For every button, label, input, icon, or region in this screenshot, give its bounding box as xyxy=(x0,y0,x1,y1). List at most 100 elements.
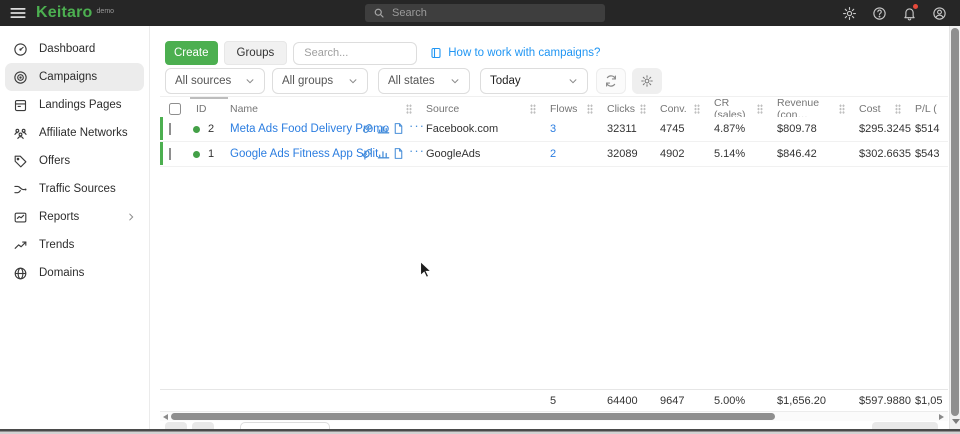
column-drag-handle-icon[interactable] xyxy=(640,104,646,114)
topbar: Keitaro demo Search xyxy=(0,0,960,26)
sidebar-item-label: Dashboard xyxy=(39,43,95,55)
date-range-select[interactable]: Today xyxy=(480,68,588,94)
chevron-right-icon xyxy=(126,212,136,222)
sidebar-item-traffic-sources[interactable]: Traffic Sources xyxy=(5,175,144,203)
sources-filter-value: All sources xyxy=(175,75,231,87)
sidebar-item-label: Affiliate Networks xyxy=(39,127,128,139)
scroll-left-arrow-icon[interactable] xyxy=(163,414,168,420)
notification-badge xyxy=(913,4,918,9)
scroll-right-arrow-icon[interactable] xyxy=(939,414,944,420)
campaign-report-icon[interactable] xyxy=(392,122,405,135)
window-bottom-edge xyxy=(0,429,960,434)
row-menu-icon[interactable]: ··· xyxy=(409,143,422,156)
sidebar-item-landings-pages[interactable]: Landings Pages xyxy=(5,91,144,119)
sidebar-item-label: Trends xyxy=(39,239,74,251)
select-all-checkbox[interactable] xyxy=(169,103,181,115)
column-header-pl[interactable]: P/L ( xyxy=(913,97,948,118)
campaign-link-icon[interactable] xyxy=(361,122,374,135)
menu-icon[interactable] xyxy=(9,5,27,21)
column-drag-handle-icon[interactable] xyxy=(406,104,412,114)
totals-clicks: 64400 xyxy=(605,395,658,407)
sidebar-item-affiliate-networks[interactable]: Affiliate Networks xyxy=(5,119,144,147)
help-link-label: How to work with campaigns? xyxy=(448,47,600,59)
domains-globe-icon xyxy=(13,266,28,281)
row-menu-icon[interactable]: ··· xyxy=(409,118,422,131)
groups-button[interactable]: Groups xyxy=(224,41,288,65)
cr-cell: 5.14% xyxy=(712,148,775,160)
sidebar-item-label: Reports xyxy=(39,211,79,223)
column-header-cost[interactable]: Cost xyxy=(857,97,913,118)
sidebar-item-trends[interactable]: Trends xyxy=(5,231,144,259)
traffic-sources-split-icon xyxy=(13,182,28,197)
column-header-id[interactable]: ID xyxy=(190,97,228,118)
help-campaigns-link[interactable]: How to work with campaigns? xyxy=(430,47,600,59)
column-drag-handle-icon[interactable] xyxy=(895,104,901,114)
revenue-cell: $809.78 xyxy=(775,123,857,135)
column-drag-handle-icon[interactable] xyxy=(530,104,536,114)
column-header-flows[interactable]: Flows xyxy=(548,97,605,118)
create-button[interactable]: Create xyxy=(165,41,218,65)
refresh-icon xyxy=(604,74,618,88)
horizontal-scrollbar[interactable] xyxy=(160,411,948,421)
search-icon xyxy=(373,7,385,19)
table-settings-button[interactable] xyxy=(632,68,662,94)
campaign-name-link[interactable]: Google Ads Fitness App Split xyxy=(230,148,378,160)
groups-filter-value: All groups xyxy=(282,75,333,87)
pl-cell: $543 xyxy=(913,148,948,160)
source-cell: GoogleAds xyxy=(424,148,548,160)
scroll-down-arrow-icon[interactable] xyxy=(952,419,960,424)
sidebar-item-reports[interactable]: Reports xyxy=(5,203,144,231)
flows-link[interactable]: 2 xyxy=(550,148,556,160)
column-header-conv[interactable]: Conv. xyxy=(658,97,712,118)
column-header-source[interactable]: Source xyxy=(424,97,548,118)
column-drag-handle-icon[interactable] xyxy=(757,104,763,114)
column-drag-handle-icon[interactable] xyxy=(587,104,593,114)
help-icon[interactable] xyxy=(872,6,887,21)
column-header-revenue[interactable]: Revenue (con… xyxy=(775,97,857,118)
column-drag-handle-icon[interactable] xyxy=(694,104,700,114)
campaign-id: 1 xyxy=(208,148,214,160)
groups-filter-select[interactable]: All groups xyxy=(272,68,368,94)
global-search-input[interactable]: Search xyxy=(365,4,605,22)
column-header-name[interactable]: Name xyxy=(228,97,424,118)
settings-gear-icon[interactable] xyxy=(842,6,857,21)
column-header-cr[interactable]: CR (sales) xyxy=(712,97,775,118)
column-header-clicks[interactable]: Clicks xyxy=(605,97,658,118)
brand-badge: demo xyxy=(97,8,115,15)
horizontal-scrollbar-thumb[interactable] xyxy=(171,413,775,420)
vertical-scrollbar-thumb[interactable] xyxy=(951,28,959,416)
row-checkbox[interactable] xyxy=(169,123,171,135)
row-checkbox[interactable] xyxy=(169,148,171,160)
clicks-cell: 32311 xyxy=(605,123,658,135)
campaign-id: 2 xyxy=(208,123,214,135)
sidebar-item-offers[interactable]: Offers xyxy=(5,147,144,175)
user-profile-icon[interactable] xyxy=(932,6,947,21)
column-drag-handle-icon[interactable] xyxy=(839,104,845,114)
brand-logo[interactable]: Keitaro demo xyxy=(36,4,114,22)
brand-name: Keitaro xyxy=(36,4,93,22)
chevron-down-icon xyxy=(450,76,460,86)
campaign-search-input[interactable] xyxy=(293,42,417,65)
reports-chart-icon xyxy=(13,210,28,225)
campaign-stats-icon[interactable] xyxy=(377,122,390,135)
chevron-down-icon xyxy=(568,76,578,86)
sidebar-item-dashboard[interactable]: Dashboard xyxy=(5,35,144,63)
campaign-link-icon[interactable] xyxy=(361,147,374,160)
campaign-stats-icon[interactable] xyxy=(377,147,390,160)
notifications-bell-icon[interactable] xyxy=(902,6,917,21)
table-row[interactable]: 2 Meta Ads Food Delivery Promo ··· Faceb… xyxy=(160,117,948,142)
vertical-scrollbar[interactable] xyxy=(949,26,960,429)
cost-cell: $295.3245 xyxy=(857,123,913,135)
sidebar-item-campaigns[interactable]: Campaigns xyxy=(5,63,144,91)
table-row[interactable]: 1 Google Ads Fitness App Split ··· Googl… xyxy=(160,142,948,167)
flows-link[interactable]: 3 xyxy=(550,123,556,135)
sources-filter-select[interactable]: All sources xyxy=(165,68,265,94)
campaign-report-icon[interactable] xyxy=(392,147,405,160)
states-filter-select[interactable]: All states xyxy=(378,68,470,94)
chevron-down-icon xyxy=(348,76,358,86)
refresh-button[interactable] xyxy=(596,68,626,94)
status-active-dot xyxy=(193,126,200,133)
totals-row: 5 64400 9647 5.00% $1,656.20 $597.9880 $… xyxy=(160,389,948,411)
revenue-cell: $846.42 xyxy=(775,148,857,160)
sidebar-item-domains[interactable]: Domains xyxy=(5,259,144,287)
